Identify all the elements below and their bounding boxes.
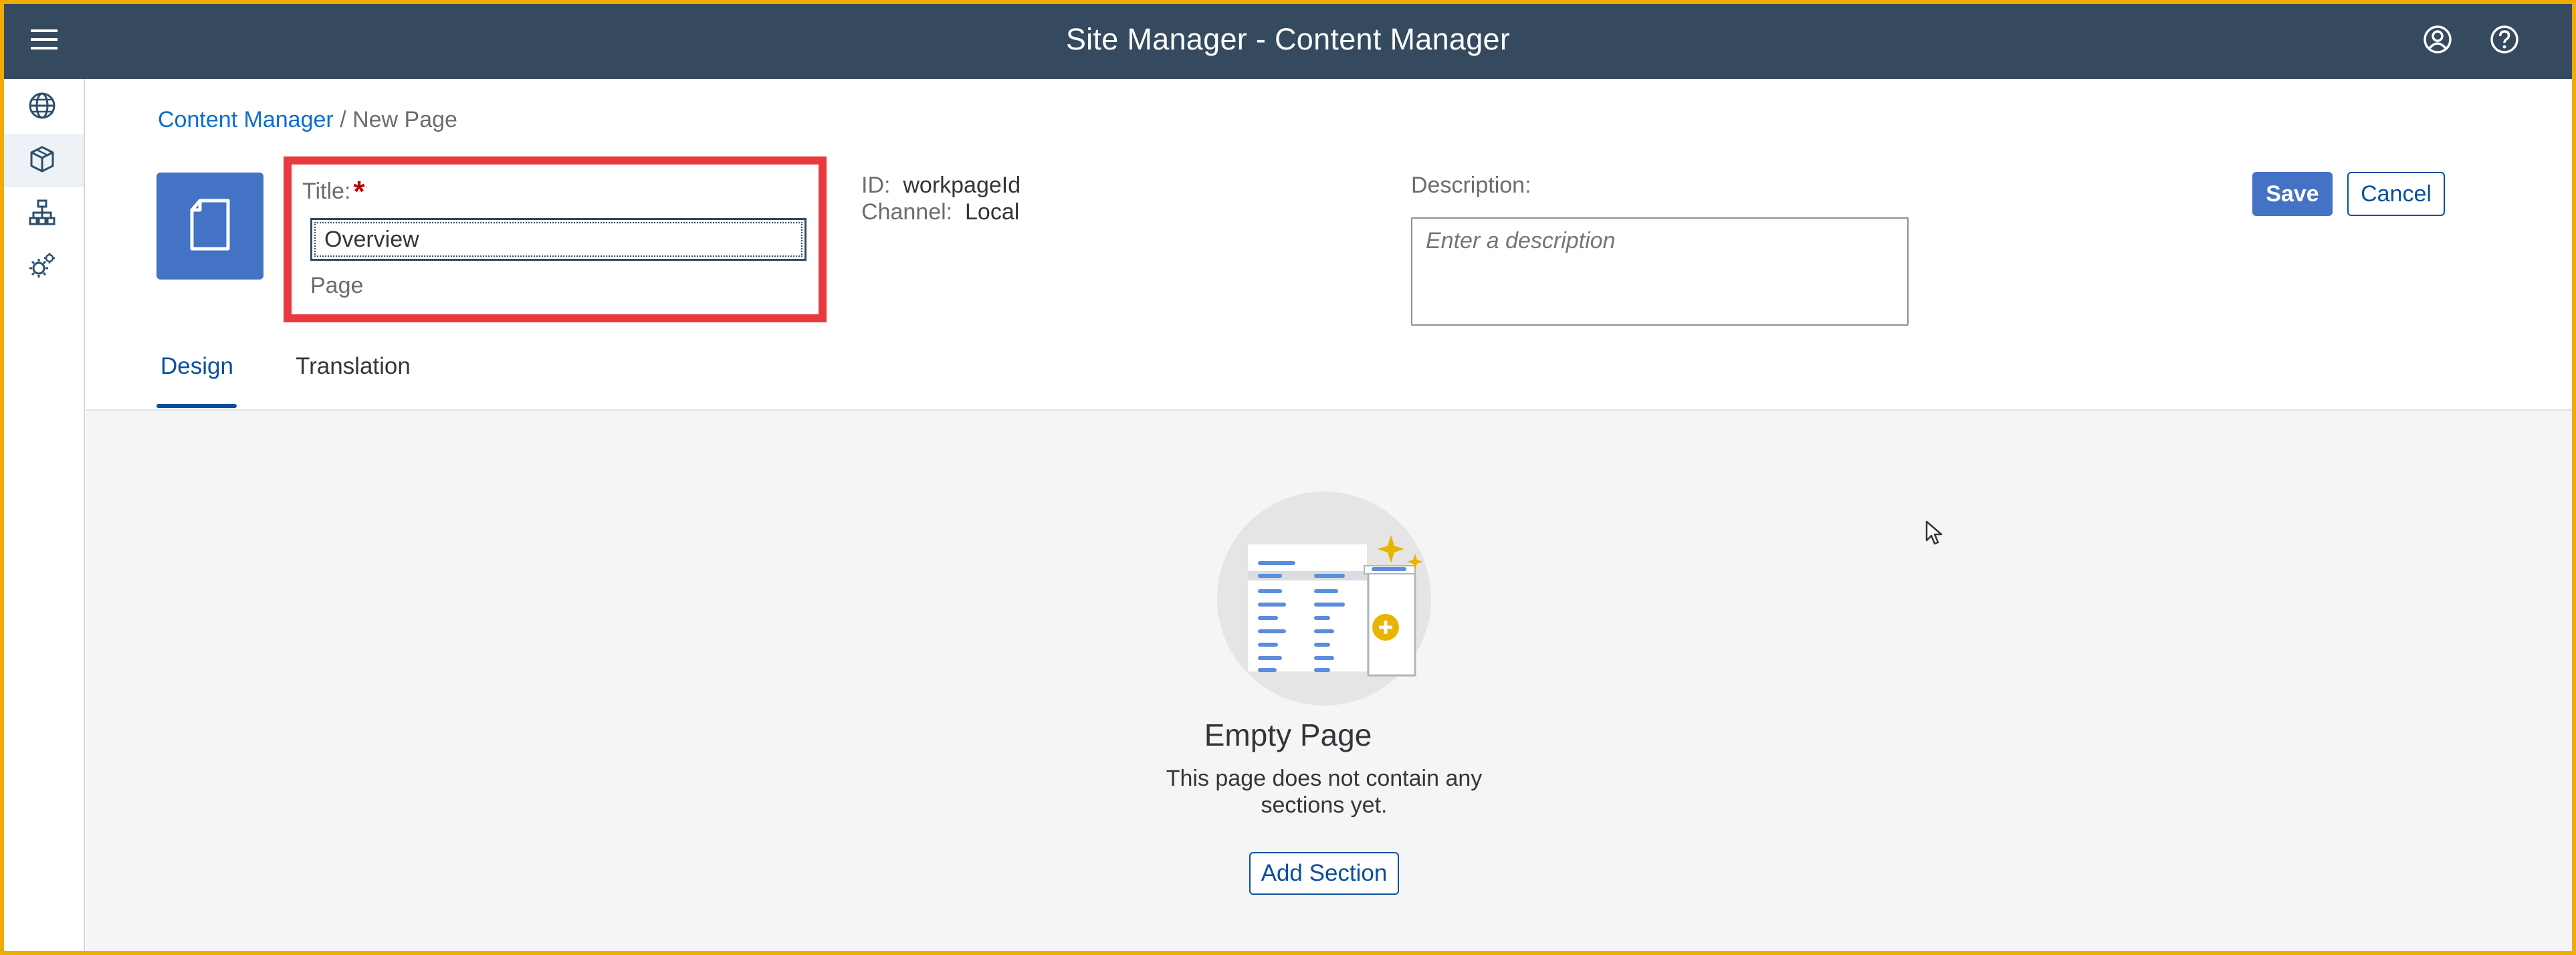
title-label-text: Title:	[302, 179, 351, 204]
nav-item-structure[interactable]	[0, 187, 84, 241]
page-id: ID: workpageId	[861, 173, 1021, 199]
title-label: Title:*	[302, 173, 365, 208]
title-input[interactable]	[310, 218, 807, 261]
empty-state-text: This page does not contain any sections …	[1166, 766, 1483, 818]
nav-item-settings[interactable]	[0, 241, 84, 294]
breadcrumb: Content Manager / New Page	[158, 107, 457, 133]
shell-bar: Site Manager - Content Manager	[0, 0, 2576, 79]
description-input[interactable]	[1411, 217, 1909, 326]
hierarchy-icon	[27, 198, 57, 231]
hamburger-menu-icon[interactable]	[24, 19, 64, 60]
description-label: Description:	[1411, 173, 1531, 198]
tab-design[interactable]: Design	[160, 353, 233, 409]
page-channel: Channel: Local	[861, 199, 1019, 225]
page-type-icon	[156, 173, 263, 280]
id-label: ID:	[861, 173, 891, 198]
cancel-button[interactable]: Cancel	[2347, 172, 2445, 216]
active-tab-indicator	[156, 404, 237, 408]
mouse-cursor-icon	[1925, 520, 1945, 547]
settings-gear-icon	[27, 251, 57, 284]
empty-page-illustration	[1210, 488, 1438, 709]
id-value: workpageId	[903, 173, 1021, 198]
nav-item-sites[interactable]	[0, 80, 84, 134]
user-profile-icon[interactable]	[2418, 19, 2458, 60]
tab-translation[interactable]: Translation	[296, 353, 411, 409]
globe-icon	[27, 91, 57, 124]
channel-value: Local	[965, 199, 1020, 225]
app-title: Site Manager - Content Manager	[1065, 22, 1511, 56]
nav-item-content[interactable]	[0, 134, 84, 187]
save-button[interactable]: Save	[2252, 172, 2333, 216]
page-type-label: Page	[310, 273, 364, 298]
breadcrumb-current: New Page	[352, 107, 457, 132]
empty-state-title: Empty Page	[1204, 718, 1372, 752]
breadcrumb-link-content-manager[interactable]: Content Manager	[158, 107, 334, 132]
document-icon	[188, 198, 232, 255]
breadcrumb-separator: /	[340, 107, 346, 132]
add-section-button[interactable]: Add Section	[1249, 852, 1399, 895]
channel-label: Channel:	[861, 199, 953, 225]
cube-icon	[27, 144, 57, 177]
required-indicator: *	[353, 175, 365, 208]
help-icon[interactable]	[2484, 19, 2525, 60]
side-navigation	[0, 79, 85, 955]
